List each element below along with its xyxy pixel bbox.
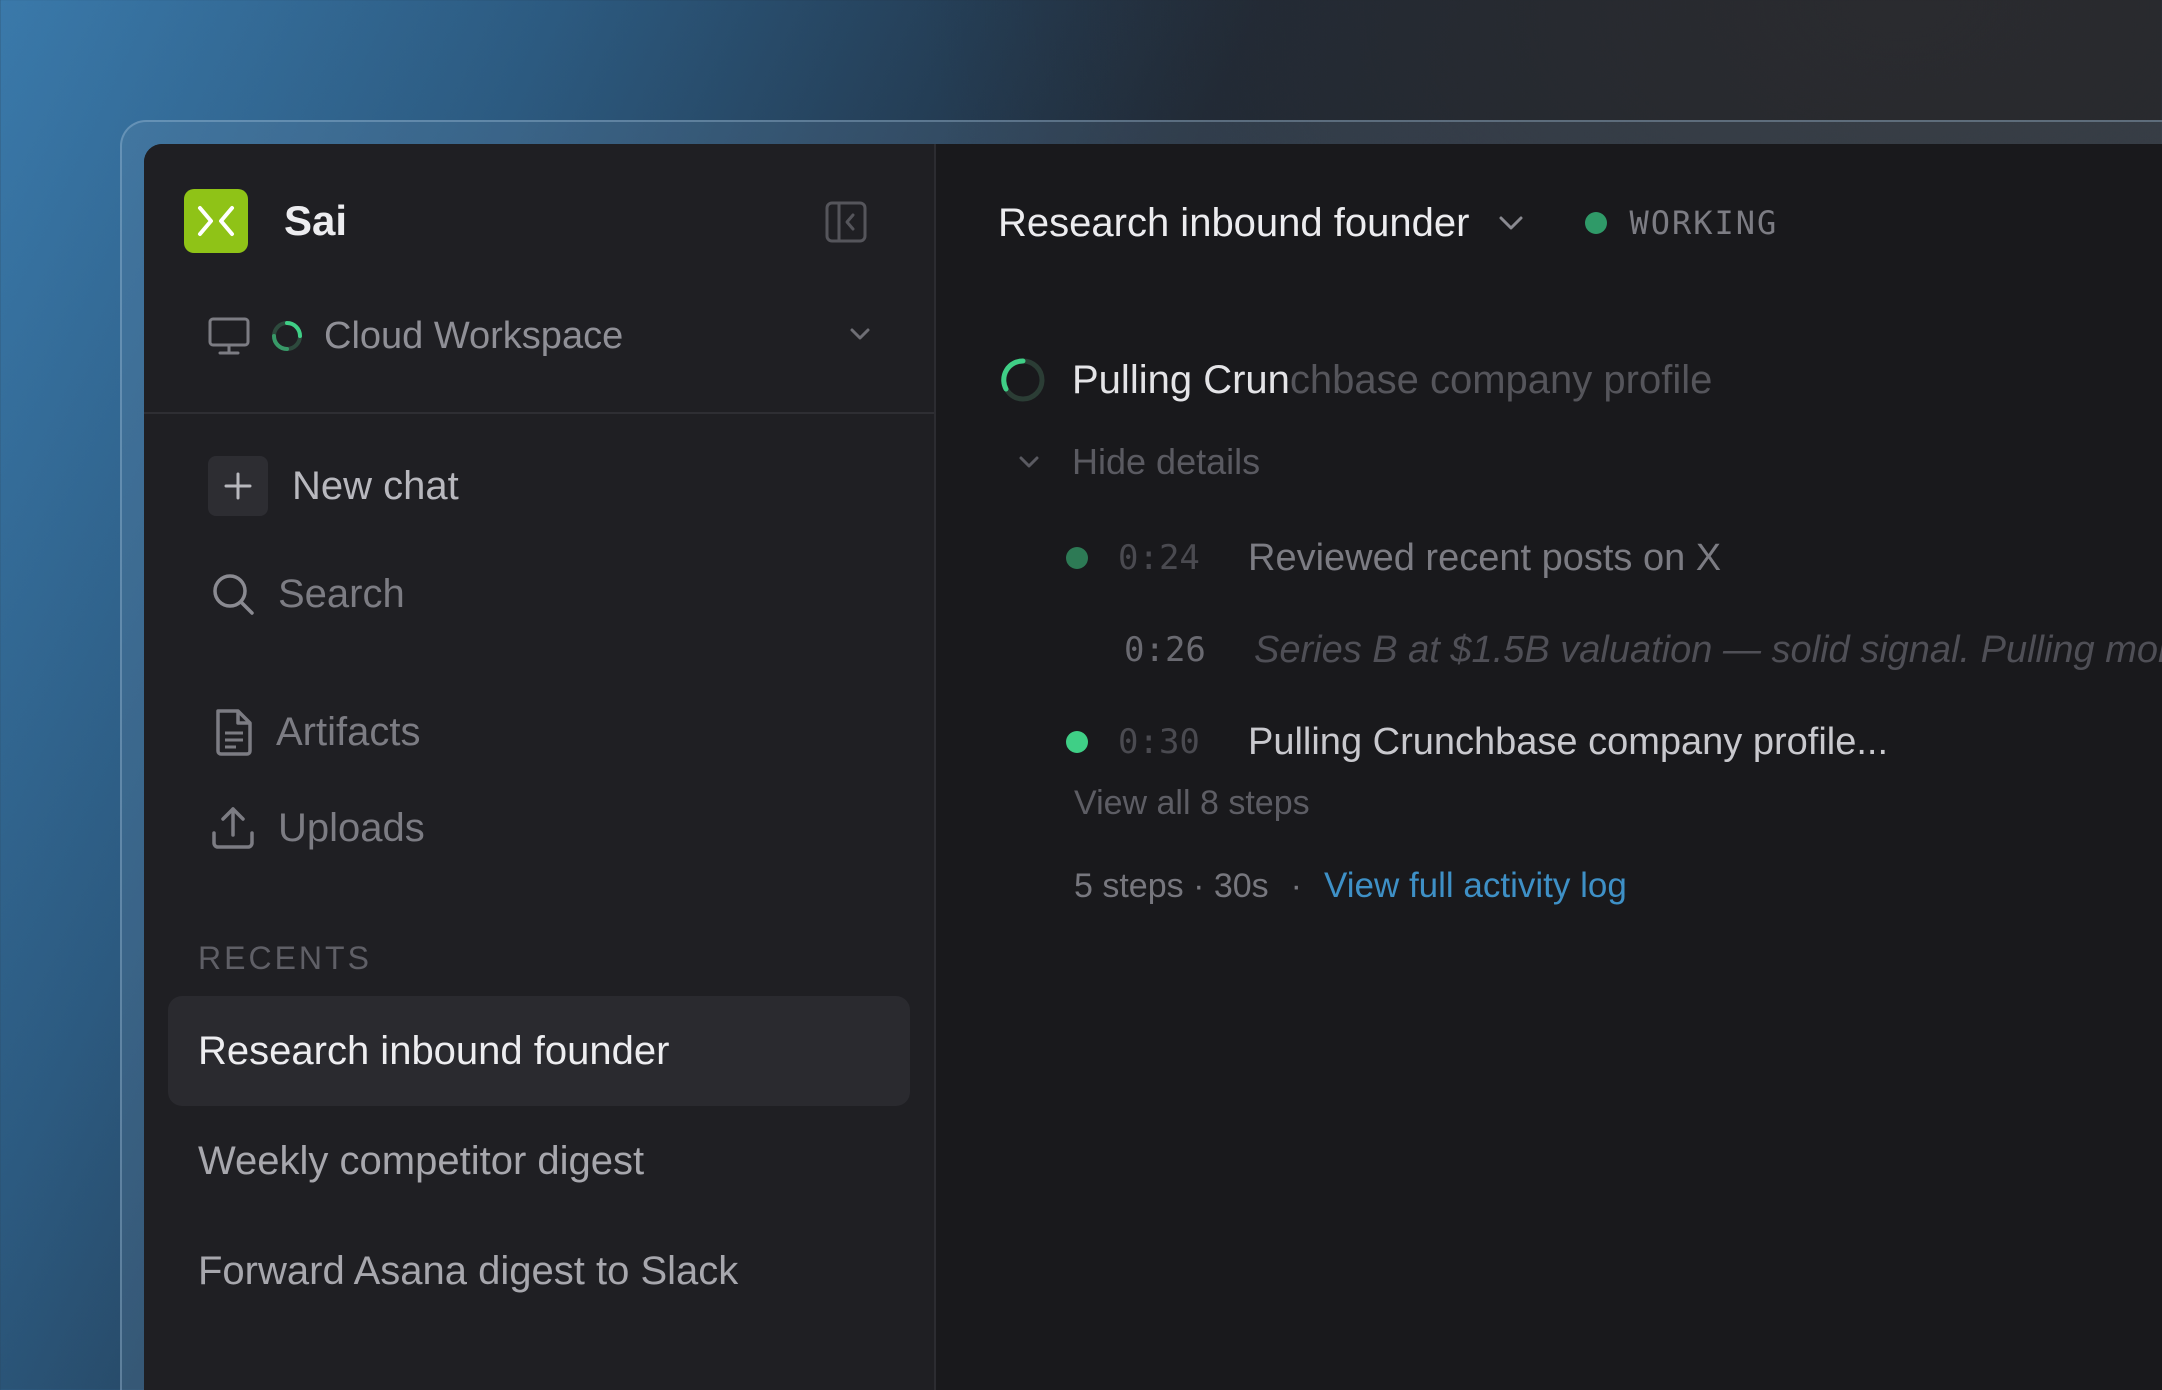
chevron-down-icon[interactable] xyxy=(1495,207,1527,239)
search-button[interactable]: Search xyxy=(210,564,405,624)
step-text: Series B at $1.5B valuation — solid sign… xyxy=(1254,628,2162,671)
step-item: 0:26 Series B at $1.5B valuation — solid… xyxy=(1066,620,2162,680)
step-text: Reviewed recent posts on X xyxy=(1248,536,1722,579)
sidebar-item-label: Uploads xyxy=(278,805,425,850)
app-logo-icon xyxy=(184,189,248,253)
workspace-selector[interactable]: Cloud Workspace xyxy=(208,312,874,360)
current-task: Pulling Crunchbase company profile xyxy=(998,340,1712,420)
sidebar: Sai Cloud Workspace New chat Search Arti… xyxy=(144,144,936,1390)
activity-summary: 5 steps · 30s · View full activity log xyxy=(1074,866,1627,906)
recent-chat-item[interactable]: Weekly competitor digest xyxy=(168,1106,910,1216)
collapse-sidebar-button[interactable] xyxy=(822,198,870,246)
recent-chat-item[interactable]: Forward Asana digest to Slack xyxy=(168,1216,910,1326)
new-chat-button[interactable]: New chat xyxy=(208,456,459,516)
recent-chat-label: Research inbound founder xyxy=(198,1028,670,1073)
loading-spinner-icon xyxy=(1001,358,1045,402)
chat-panel: Research inbound founder WORKING Pulling… xyxy=(936,144,2162,1390)
chevron-down-icon xyxy=(1019,456,1039,468)
recent-chat-label: Weekly competitor digest xyxy=(198,1138,645,1183)
step-text: Pulling Crunchbase company profile... xyxy=(1248,720,1889,763)
chat-header: Research inbound founder WORKING xyxy=(998,188,1778,258)
summary-separator: · xyxy=(1290,866,1302,905)
brand-name: Sai xyxy=(284,197,348,244)
new-chat-label: New chat xyxy=(292,463,459,508)
step-item: 0:24 Reviewed recent posts on X xyxy=(1066,528,1721,588)
app-window: Sai Cloud Workspace New chat Search Arti… xyxy=(144,144,2162,1390)
step-placeholder-dot xyxy=(1066,639,1088,661)
sidebar-item-artifacts[interactable]: Artifacts xyxy=(212,702,420,762)
task-title-fade: chbase company profile xyxy=(1289,357,1713,402)
monitor-icon xyxy=(208,317,250,355)
chevron-down-icon xyxy=(846,320,874,353)
loading-spinner-icon xyxy=(272,321,302,351)
activity-log-link[interactable]: View full activity log xyxy=(1324,866,1627,906)
step-active-dot xyxy=(1066,731,1088,753)
view-all-steps-link[interactable]: View all 8 steps xyxy=(1074,784,1310,823)
recents-heading: RECENTS xyxy=(198,940,372,976)
step-done-dot xyxy=(1066,547,1088,569)
brand-row: Sai xyxy=(184,188,894,254)
toggle-details-label: Hide details xyxy=(1072,441,1261,482)
search-icon xyxy=(213,574,254,615)
upload-icon xyxy=(212,807,254,849)
chat-title-button[interactable]: Research inbound founder xyxy=(998,201,1469,246)
status-badge: WORKING xyxy=(1629,204,1779,242)
step-time: 0:30 xyxy=(1118,722,1200,762)
sidebar-item-label: Artifacts xyxy=(276,709,421,754)
step-item: 0:30 Pulling Crunchbase company profile.… xyxy=(1066,712,1888,772)
workspace-label: Cloud Workspace xyxy=(324,314,624,357)
sidebar-collapse-icon xyxy=(825,201,867,243)
step-time: 0:24 xyxy=(1118,538,1200,578)
sidebar-divider xyxy=(144,412,934,414)
search-label: Search xyxy=(278,571,405,616)
task-title-bright: Pulling Crun xyxy=(1072,357,1290,402)
recent-chat-item[interactable]: Research inbound founder xyxy=(168,996,910,1106)
sidebar-item-uploads[interactable]: Uploads xyxy=(210,798,425,858)
step-time: 0:26 xyxy=(1124,630,1206,670)
status-dot xyxy=(1585,212,1608,234)
toggle-details-button[interactable]: Hide details xyxy=(1014,432,1260,492)
document-icon xyxy=(216,709,252,756)
task-title: Pulling Crunchbase company profile xyxy=(1072,358,1712,403)
plus-icon xyxy=(208,456,268,516)
summary-text: 5 steps · 30s xyxy=(1074,866,1269,905)
recent-chat-label: Forward Asana digest to Slack xyxy=(198,1248,739,1293)
